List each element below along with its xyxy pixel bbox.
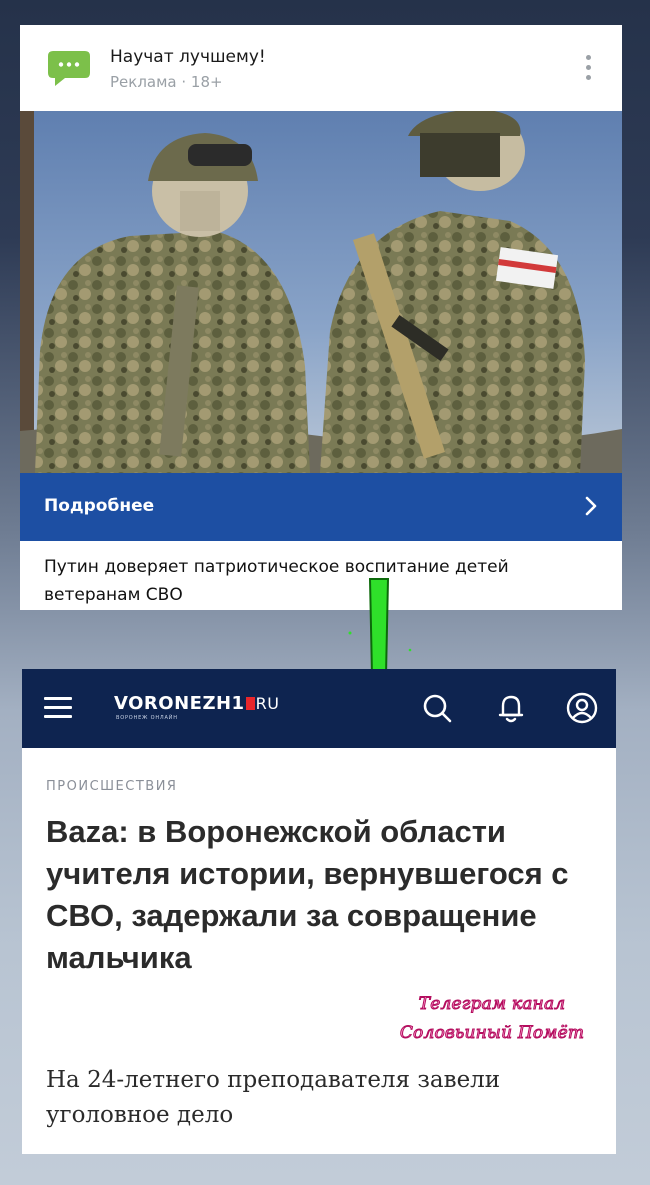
logo-tagline: ВОРОНЕЖ ОНЛАЙН (116, 715, 178, 721)
soldiers-photo (20, 111, 622, 473)
user-icon[interactable] (565, 691, 599, 725)
ad-photo[interactable] (20, 111, 622, 473)
search-icon[interactable] (420, 691, 454, 725)
more-button[interactable]: Подробнее (20, 473, 622, 541)
watermark: Телеграм канал Соловьиный Помёт (382, 990, 602, 1048)
logo-name: VORONEZH1 (114, 693, 245, 714)
more-button-label: Подробнее (44, 496, 155, 516)
ad-caption[interactable]: Путин доверяет патриотическое воспитание… (44, 553, 604, 609)
chat-bubble-icon (48, 51, 90, 86)
chevron-right-icon (585, 496, 597, 516)
news-category[interactable]: ПРОИСШЕСТВИЯ (46, 779, 177, 794)
bell-icon[interactable] (494, 691, 528, 725)
news-card: VORONEZH1 RU ВОРОНЕЖ ОНЛАЙН ПРОИСШЕСТВИЯ … (22, 669, 616, 1154)
ad-header: Научат лучшему! Реклама · 18+ (20, 25, 622, 111)
ad-label: Реклама · 18+ (110, 73, 223, 91)
news-lead: На 24-летнего преподавателя завели уголо… (46, 1067, 501, 1128)
ad-card[interactable]: Научат лучшему! Реклама · 18+ Подробнее … (20, 25, 622, 610)
watermark-line-2: Соловьиный Помёт (399, 1023, 585, 1044)
site-logo[interactable]: VORONEZH1 RU (114, 693, 279, 714)
more-options-icon[interactable] (584, 55, 592, 81)
logo-domain: RU (255, 694, 280, 713)
site-header: VORONEZH1 RU ВОРОНЕЖ ОНЛАЙН (22, 669, 616, 748)
ad-title[interactable]: Научат лучшему! (110, 47, 266, 67)
watermark-line-1: Телеграм канал (418, 994, 566, 1015)
menu-icon[interactable] (44, 697, 72, 719)
news-headline: Baza: в Воронежской области учителя исто… (46, 814, 569, 975)
